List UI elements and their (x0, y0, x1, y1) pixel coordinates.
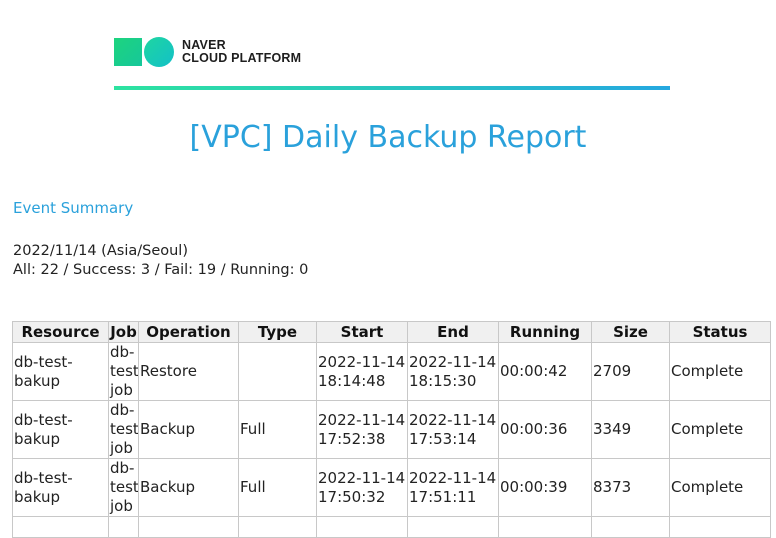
cell-operation: Backup (138, 400, 239, 459)
table-row: db-test-bakup db-test-job Backup Full 20… (12, 458, 771, 517)
cell-job: db-test-job (108, 458, 139, 517)
column-header-end: End (407, 321, 499, 343)
cell-resource: db-test-bakup (12, 400, 109, 459)
cell-type: Full (238, 400, 317, 459)
summary-counts: All: 22 / Success: 3 / Fail: 19 / Runnin… (13, 262, 309, 278)
column-header-size: Size (591, 321, 670, 343)
column-header-running: Running (498, 321, 592, 343)
column-header-resource: Resource (12, 321, 109, 343)
cell-end: 2022-11-14 17:53:14 (407, 400, 499, 459)
event-summary-label: Event Summary (13, 199, 134, 217)
column-header-type: Type (238, 321, 317, 343)
cell-job: db-test-job (108, 342, 139, 401)
cell-operation: Backup (138, 458, 239, 517)
logo-text: NAVER CLOUD PLATFORM (182, 39, 301, 65)
cell-status: Complete (669, 342, 771, 401)
column-header-job: Job (108, 321, 139, 343)
cell-end: 2022-11-14 17:51:11 (407, 458, 499, 517)
cell-operation: Restore (138, 342, 239, 401)
cell-job: db-test-job (108, 400, 139, 459)
cell-status: Complete (669, 458, 771, 517)
table-row: db-test-bakup db-test-job Backup Full 20… (12, 400, 771, 459)
table-row: db-test-bakup db-test-job Restore 2022-1… (12, 342, 771, 401)
column-header-status: Status (669, 321, 771, 343)
cell-start: 2022-11-14 18:14:48 (316, 342, 408, 401)
header-divider (114, 86, 670, 90)
column-header-operation: Operation (138, 321, 239, 343)
logo-text-line2: CLOUD PLATFORM (182, 51, 302, 65)
cell-status: Complete (669, 400, 771, 459)
cell-running: 00:00:36 (498, 400, 592, 459)
cell-resource: db-test-bakup (12, 342, 109, 401)
cell-end: 2022-11-14 18:15:30 (407, 342, 499, 401)
cell-running: 00:00:42 (498, 342, 592, 401)
cell-size: 2709 (591, 342, 670, 401)
cell-running: 00:00:39 (498, 458, 592, 517)
summary-date: 2022/11/14 (Asia/Seoul) (13, 243, 188, 259)
cell-type (238, 342, 317, 401)
backup-events-table: Resource Job Operation Type Start End Ru… (12, 321, 771, 538)
table-row-partial (12, 516, 771, 538)
column-header-start: Start (316, 321, 408, 343)
cell-size: 8373 (591, 458, 670, 517)
naver-cloud-logo-icon (114, 37, 176, 67)
report-title: [VPC] Daily Backup Report (189, 120, 587, 155)
cell-start: 2022-11-14 17:50:32 (316, 458, 408, 517)
table-header-row: Resource Job Operation Type Start End Ru… (12, 321, 771, 343)
cell-size: 3349 (591, 400, 670, 459)
cell-resource: db-test-bakup (12, 458, 109, 517)
cell-type: Full (238, 458, 317, 517)
naver-cloud-logo: NAVER CLOUD PLATFORM (114, 37, 301, 67)
cell-start: 2022-11-14 17:52:38 (316, 400, 408, 459)
